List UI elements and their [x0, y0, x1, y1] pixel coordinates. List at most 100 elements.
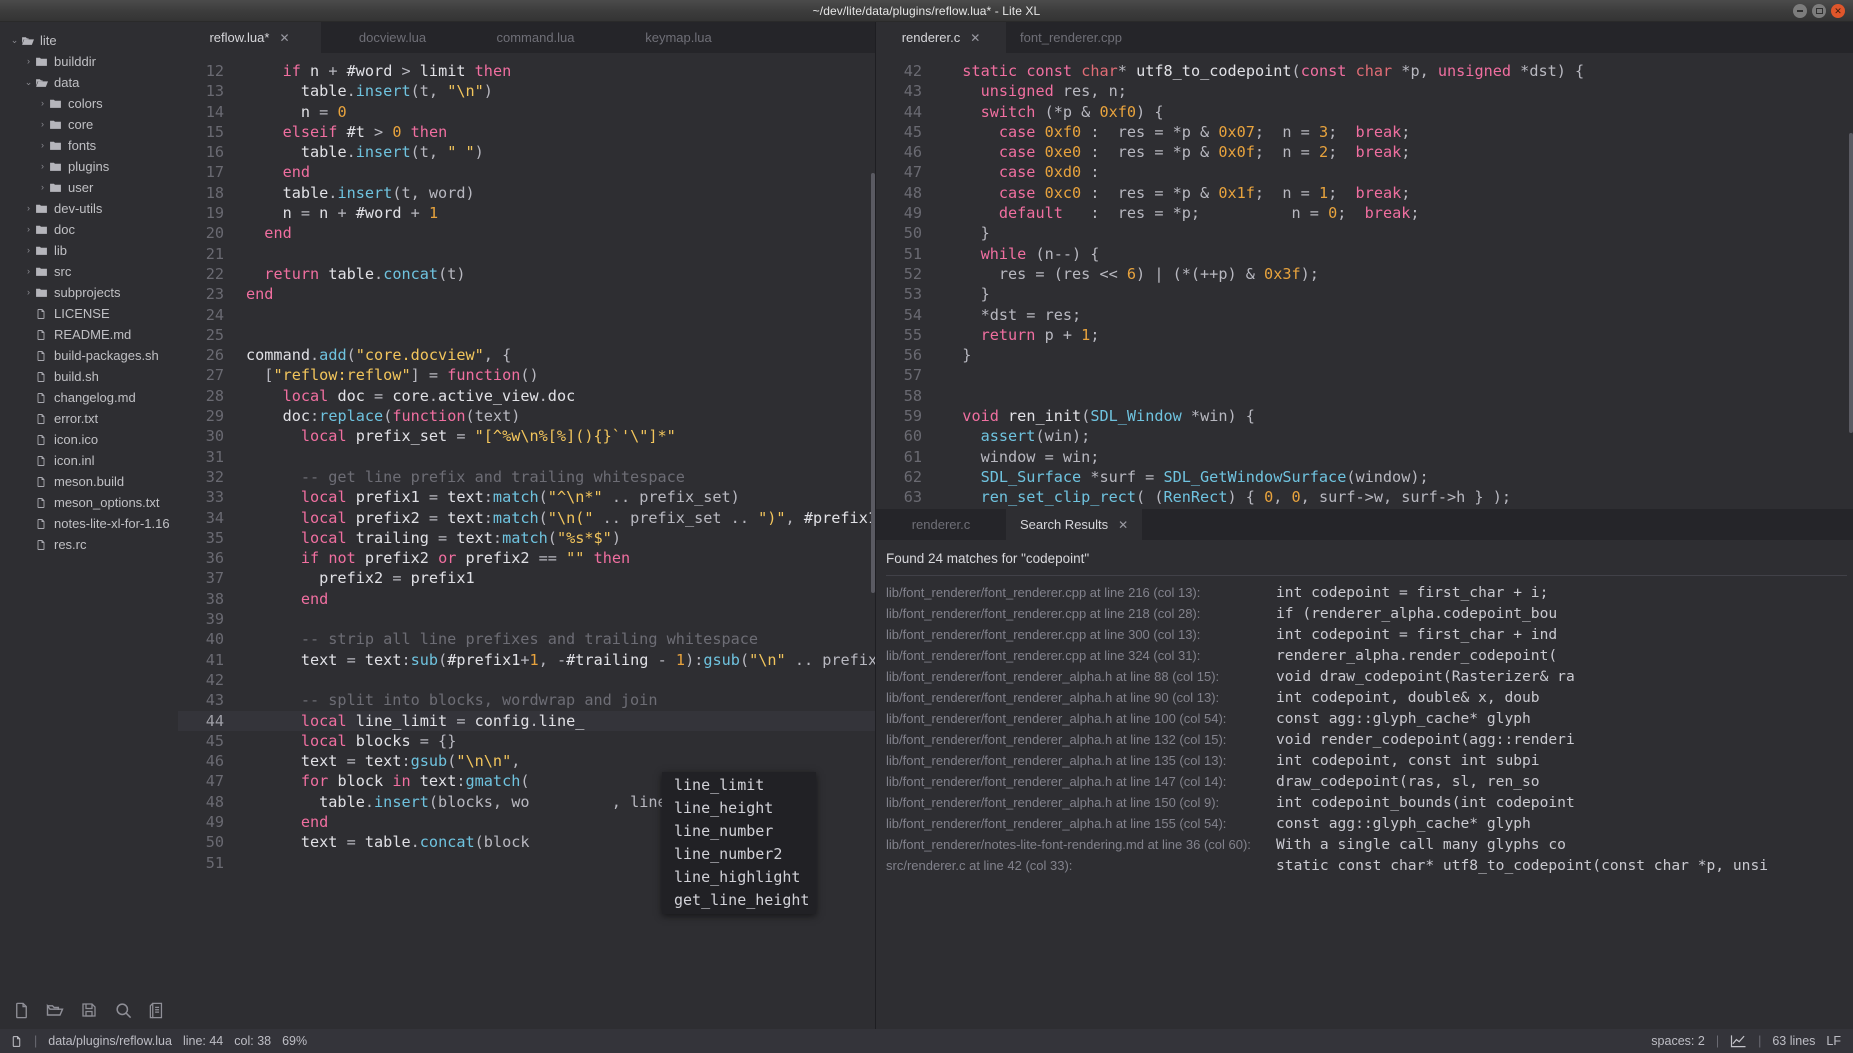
search-result-row[interactable]: lib/font_renderer/font_renderer.cpp at l… [876, 603, 1853, 624]
code-line[interactable]: 57 [876, 365, 1853, 385]
code-line[interactable]: 48 case 0xc0 : res = *p & 0x1f; n = 1; b… [876, 183, 1853, 203]
autocomplete-item[interactable]: line_limit [662, 774, 816, 797]
code-line[interactable]: 23end [178, 284, 875, 304]
autocomplete-item[interactable]: line_height [662, 797, 816, 820]
tree-item-src[interactable]: ›src [0, 261, 178, 282]
search-result-row[interactable]: lib/font_renderer/notes-lite-font-render… [876, 834, 1853, 855]
tree-item-res-rc[interactable]: res.rc [0, 534, 178, 555]
code-line[interactable]: 25 [178, 325, 875, 345]
code-line[interactable]: 42 static const char* utf8_to_codepoint(… [876, 61, 1853, 81]
tree-item-readme-md[interactable]: README.md [0, 324, 178, 345]
tree-item-icon-ico[interactable]: icon.ico [0, 429, 178, 450]
code-line[interactable]: 58 [876, 386, 1853, 406]
tree-item-meson-build[interactable]: meson.build [0, 471, 178, 492]
code-line[interactable]: 31 [178, 447, 875, 467]
code-line[interactable]: 38 end [178, 589, 875, 609]
autocomplete-item[interactable]: line_highlight [662, 866, 816, 889]
left-editor[interactable]: 12 if n + #word > limit then13 table.ins… [178, 53, 875, 1029]
code-line[interactable]: 52 res = (res << 6) | (*(++p) & 0x3f); [876, 264, 1853, 284]
search-results-panel[interactable]: Found 24 matches for "codepoint" lib/fon… [876, 540, 1853, 1029]
tree-item-plugins[interactable]: ›plugins [0, 156, 178, 177]
file-tree[interactable]: ⌄lite›builddir⌄data›colors›core›fonts›pl… [0, 22, 178, 1029]
minimize-button[interactable] [1793, 4, 1807, 18]
code-line[interactable]: 54 *dst = res; [876, 305, 1853, 325]
code-line[interactable]: 17 end [178, 162, 875, 182]
chevron-right-icon[interactable]: › [22, 246, 35, 255]
code-line[interactable]: 63 ren_set_clip_rect( (RenRect) { 0, 0, … [876, 487, 1853, 507]
right-editor-scrollbar[interactable] [1849, 133, 1853, 433]
code-line[interactable]: 24 [178, 305, 875, 325]
chevron-right-icon[interactable]: › [22, 288, 35, 297]
code-line[interactable]: 19 n = n + #word + 1 [178, 203, 875, 223]
tree-toolbar[interactable] [0, 991, 178, 1029]
search-results-tab-bar[interactable]: renderer.cSearch Results✕ [876, 509, 1853, 540]
search-result-row[interactable]: src/renderer.c at line 42 (col 33):stati… [876, 855, 1853, 876]
code-line[interactable]: 56 } [876, 345, 1853, 365]
chevron-right-icon[interactable]: › [36, 141, 49, 150]
code-line[interactable]: 47 case 0xd0 : [876, 162, 1853, 182]
code-line[interactable]: 15 elseif #t > 0 then [178, 122, 875, 142]
right-tab-bar[interactable]: renderer.c✕font_renderer.cpp [876, 22, 1853, 53]
left-editor-scrollbar[interactable] [871, 173, 875, 593]
code-line[interactable]: 42 [178, 670, 875, 690]
code-line[interactable]: 44 local line_limit = config.line_ [178, 711, 875, 731]
code-line[interactable]: 32 -- get line prefix and trailing white… [178, 467, 875, 487]
search-result-row[interactable]: lib/font_renderer/font_renderer_alpha.h … [876, 666, 1853, 687]
tab-docview-lua[interactable]: docview.lua [321, 22, 464, 53]
tree-item-fonts[interactable]: ›fonts [0, 135, 178, 156]
tree-item-user[interactable]: ›user [0, 177, 178, 198]
autocomplete-item[interactable]: line_number2 [662, 843, 816, 866]
code-line[interactable]: 13 table.insert(t, "\n") [178, 81, 875, 101]
autocomplete-popup[interactable]: line_limitline_heightline_numberline_num… [662, 772, 816, 914]
new-file-icon[interactable] [10, 999, 32, 1021]
tree-item-data[interactable]: ⌄data [0, 72, 178, 93]
code-line[interactable]: 43 unsigned res, n; [876, 81, 1853, 101]
code-line[interactable]: 46 text = text:gsub("\n\n", [178, 751, 875, 771]
code-line[interactable]: 36 if not prefix2 or prefix2 == "" then [178, 548, 875, 568]
autocomplete-item[interactable]: line_number [662, 820, 816, 843]
code-line[interactable]: 62 SDL_Surface *surf = SDL_GetWindowSurf… [876, 467, 1853, 487]
autocomplete-item[interactable]: get_line_height [662, 889, 816, 912]
code-line[interactable]: 61 window = win; [876, 447, 1853, 467]
close-button[interactable]: ✕ [1831, 4, 1845, 18]
tab-reflow-lua-[interactable]: reflow.lua*✕ [178, 22, 321, 53]
code-line[interactable]: 60 assert(win); [876, 426, 1853, 446]
code-line[interactable]: 27 ["reflow:reflow"] = function() [178, 365, 875, 385]
chevron-right-icon[interactable]: › [22, 267, 35, 276]
search-result-row[interactable]: lib/font_renderer/font_renderer_alpha.h … [876, 729, 1853, 750]
tab-renderer-c[interactable]: renderer.c✕ [876, 22, 1006, 53]
tree-item-doc[interactable]: ›doc [0, 219, 178, 240]
open-folder-icon[interactable] [44, 999, 66, 1021]
code-line[interactable]: 51 while (n--) { [876, 244, 1853, 264]
code-line[interactable]: 28 local doc = core.active_view.doc [178, 386, 875, 406]
maximize-button[interactable] [1812, 4, 1826, 18]
search-result-row[interactable]: lib/font_renderer/font_renderer_alpha.h … [876, 687, 1853, 708]
left-tab-bar[interactable]: reflow.lua*✕docview.luacommand.luakeymap… [178, 22, 875, 53]
right-editor-code[interactable]: 42 static const char* utf8_to_codepoint(… [876, 53, 1853, 509]
tab-close-icon[interactable]: ✕ [970, 31, 980, 45]
tree-item-build-packages-sh[interactable]: build-packages.sh [0, 345, 178, 366]
code-line[interactable]: 49 default : res = *p; n = 0; break; [876, 203, 1853, 223]
code-line[interactable]: 12 if n + #word > limit then [178, 61, 875, 81]
search-result-row[interactable]: lib/font_renderer/font_renderer_alpha.h … [876, 708, 1853, 729]
tree-item-colors[interactable]: ›colors [0, 93, 178, 114]
code-line[interactable]: 55 return p + 1; [876, 325, 1853, 345]
search-icon[interactable] [112, 999, 134, 1021]
status-spaces[interactable]: spaces: 2 [1651, 1034, 1705, 1048]
tree-item-build-sh[interactable]: build.sh [0, 366, 178, 387]
code-line[interactable]: 22 return table.concat(t) [178, 264, 875, 284]
tree-item-notes-lite-xl-for-1-16[interactable]: notes-lite-xl-for-1.16 [0, 513, 178, 534]
tree-item-core[interactable]: ›core [0, 114, 178, 135]
search-result-row[interactable]: lib/font_renderer/font_renderer_alpha.h … [876, 813, 1853, 834]
status-eol[interactable]: LF [1826, 1034, 1841, 1048]
code-line[interactable]: 35 local trailing = text:match("%s*$") [178, 528, 875, 548]
tree-item-changelog-md[interactable]: changelog.md [0, 387, 178, 408]
code-line[interactable]: 16 table.insert(t, " ") [178, 142, 875, 162]
right-editor[interactable]: 42 static const char* utf8_to_codepoint(… [876, 53, 1853, 509]
code-line[interactable]: 20 end [178, 223, 875, 243]
code-line[interactable]: 59 void ren_init(SDL_Window *win) { [876, 406, 1853, 426]
chevron-right-icon[interactable]: › [22, 57, 35, 66]
code-line[interactable]: 41 text = text:sub(#prefix1+1, -#trailin… [178, 650, 875, 670]
chevron-down-icon[interactable]: ⌄ [8, 36, 21, 45]
line-chart-icon[interactable] [1730, 1034, 1747, 1048]
